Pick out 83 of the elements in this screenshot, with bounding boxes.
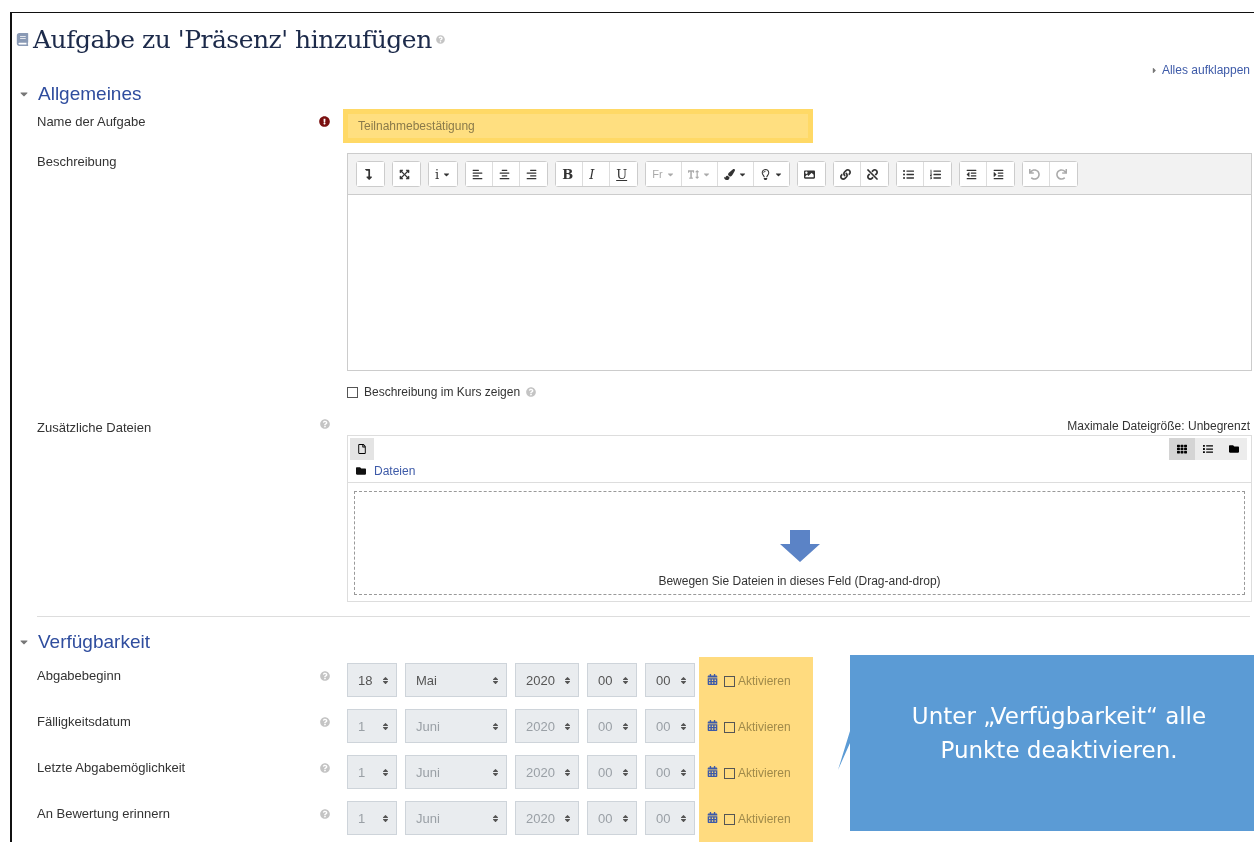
unlink-icon [866, 168, 878, 180]
sort-arrows-icon [679, 675, 688, 685]
select-field[interactable]: 18 [347, 663, 397, 697]
sort-arrows-icon [621, 813, 630, 823]
calendar-icon[interactable] [707, 720, 718, 731]
field-label: Abgabebeginn [36, 667, 122, 685]
select-field[interactable]: 00 [645, 663, 695, 697]
sort-arrows-icon [563, 767, 572, 777]
text-height-icon [687, 168, 699, 180]
toolbar-button[interactable] [833, 162, 861, 186]
view-toggle-button[interactable] [1169, 438, 1195, 460]
grid-icon [1177, 444, 1187, 454]
field-label: An Bewertung erinnern [36, 805, 171, 823]
redo-icon [1055, 168, 1067, 180]
expand-arrows-icon [399, 168, 410, 180]
select-field[interactable]: Mai [405, 663, 507, 697]
folder-icon [1229, 444, 1239, 454]
calendar-icon[interactable] [707, 674, 718, 685]
drop-zone[interactable]: Bewegen Sie Dateien in dieses Feld (Drag-and-drop) [354, 491, 1245, 595]
callout: Unter „Verfügbarkeit“ alle Punkte deaktivieren. [838, 655, 1254, 831]
sort-arrows-icon [679, 721, 688, 731]
sort-arrows-icon [381, 675, 390, 685]
expand-all-link[interactable]: Alles aufklappen [1149, 63, 1250, 77]
calendar-icon[interactable] [707, 812, 718, 823]
lightbulb-icon [759, 168, 771, 180]
sort-arrows-icon [621, 721, 630, 731]
indent-icon [992, 168, 1004, 180]
toolbar-button[interactable] [959, 162, 987, 186]
list-icon [1203, 444, 1213, 454]
book-icon [16, 33, 29, 46]
bullet-list-icon [902, 168, 914, 180]
section-heading[interactable]: Allgemeines [12, 81, 1250, 107]
toolbar-button[interactable] [466, 162, 494, 186]
sort-arrows-icon [381, 767, 390, 777]
undo-icon [1028, 168, 1040, 180]
link-icon [839, 168, 851, 180]
view-toggle-button[interactable] [1195, 438, 1221, 460]
toolbar-button[interactable] [896, 162, 924, 186]
sort-arrows-icon [679, 767, 688, 777]
field-label: Fälligkeitsdatum [36, 713, 132, 731]
enable-checkbox[interactable]: Aktivieren [724, 674, 791, 688]
align-center-icon [499, 168, 511, 180]
field-label: Letzte Abgabemöglichkeit [36, 759, 187, 777]
toolbar-button[interactable]: i [429, 162, 458, 186]
align-left-icon [472, 168, 484, 180]
paintbrush-icon [723, 168, 735, 180]
select-field[interactable]: 00 [587, 663, 637, 697]
file-icon [357, 444, 367, 454]
field-label: Name der Aufgabe [36, 113, 147, 131]
select-field[interactable]: 2020 [515, 663, 579, 697]
toolbar-button[interactable] [357, 162, 384, 186]
sort-arrows-icon [491, 813, 500, 823]
sort-arrows-icon [381, 721, 390, 731]
sort-arrows-icon [621, 767, 630, 777]
folder-link[interactable]: Dateien [374, 464, 416, 478]
toolbar-button[interactable] [797, 162, 825, 186]
image-icon [803, 168, 815, 180]
sort-arrows-icon [381, 813, 390, 823]
page-title: Aufgabe zu 'Präsenz' hinzufügen [33, 25, 432, 54]
sort-arrows-icon [563, 813, 572, 823]
sort-arrows-icon [563, 675, 572, 685]
calendar-icon[interactable] [707, 766, 718, 777]
collapse-arrow-icon [363, 168, 374, 180]
field-label: Zusätzliche Dateien [36, 419, 153, 437]
numbered-list-icon [929, 168, 941, 180]
field-label: Beschreibung [36, 153, 118, 171]
sort-arrows-icon [563, 721, 572, 731]
view-toggle-button[interactable] [1221, 438, 1247, 460]
outdent-icon [965, 168, 977, 180]
folder-icon [356, 466, 366, 476]
align-right-icon [526, 168, 538, 180]
section-heading[interactable]: Verfügbarkeit [12, 629, 1250, 655]
max-size-text: Maximale Dateigröße: Unbegrenzt [1066, 419, 1250, 433]
sort-arrows-icon [621, 675, 630, 685]
add-file-button[interactable] [350, 438, 374, 460]
show-in-course-checkbox[interactable]: Beschreibung im Kurs zeigen [347, 385, 1250, 399]
down-arrow-icon [779, 530, 820, 562]
toolbar-button[interactable] [393, 162, 420, 186]
toolbar-button[interactable]: B [556, 162, 584, 186]
sort-arrows-icon [679, 813, 688, 823]
sort-arrows-icon [491, 721, 500, 731]
sort-arrows-icon [491, 675, 500, 685]
sort-arrows-icon [491, 767, 500, 777]
